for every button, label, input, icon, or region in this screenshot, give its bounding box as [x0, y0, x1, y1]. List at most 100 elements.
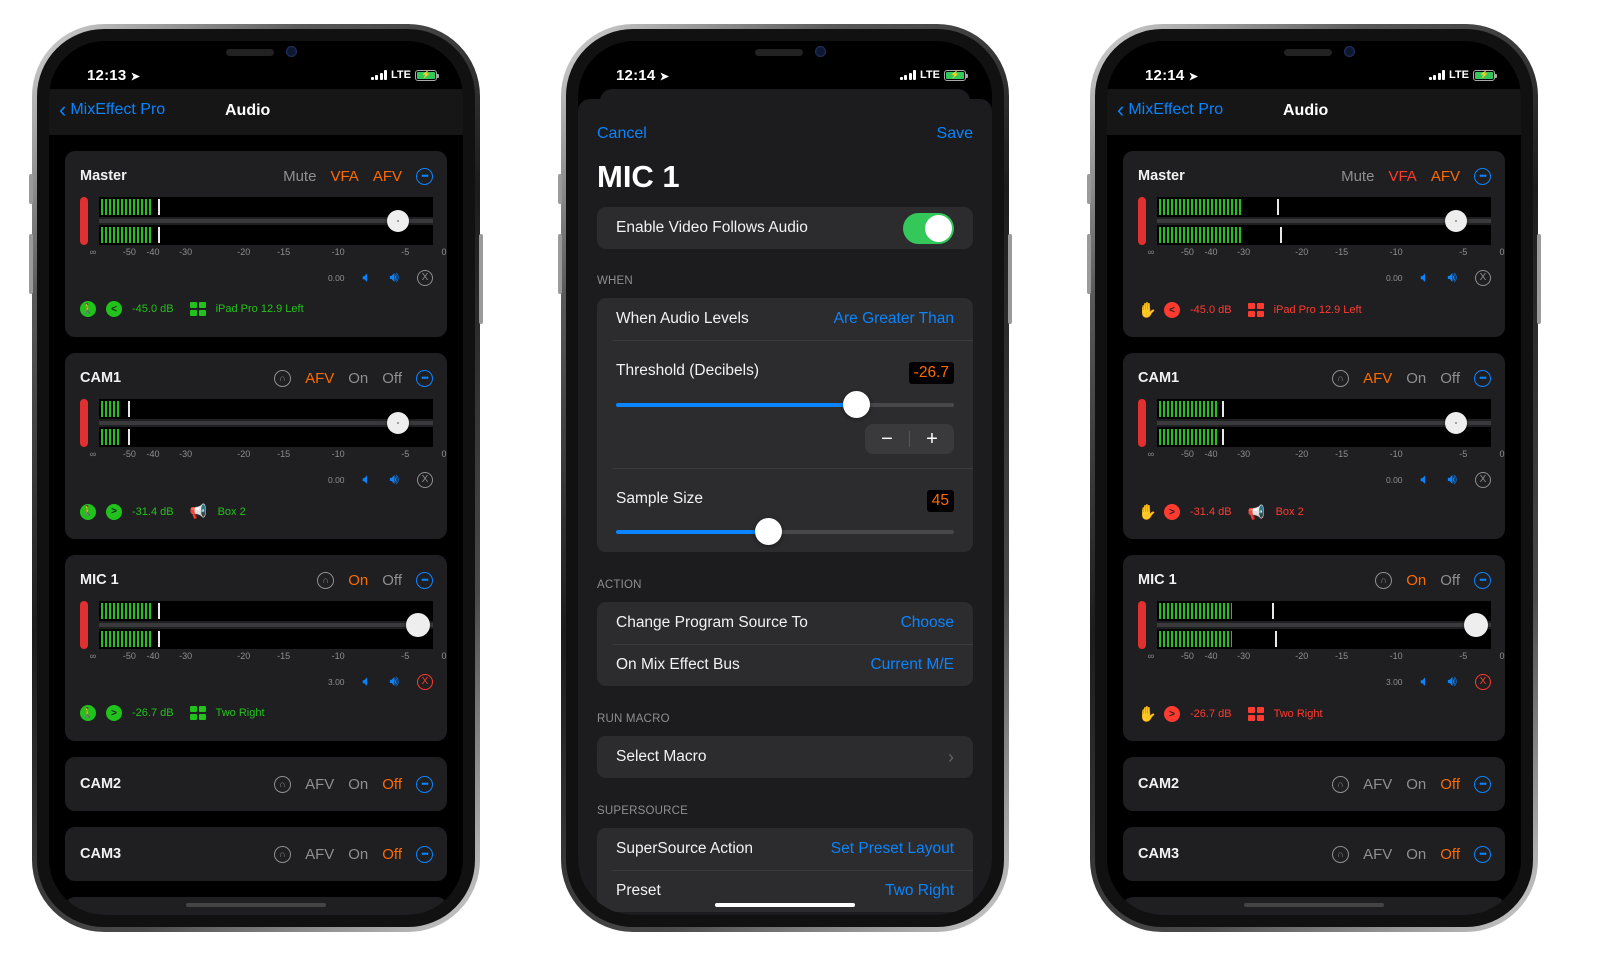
fader-track[interactable] — [1157, 219, 1491, 223]
fader-track[interactable] — [99, 623, 433, 627]
fader-track[interactable] — [1157, 421, 1491, 425]
volume-up-icon[interactable]: 🔊︎ — [390, 269, 399, 286]
toggle-off[interactable]: Off — [382, 776, 402, 793]
headphones-icon[interactable]: ∩ — [1375, 571, 1393, 589]
more-options-icon[interactable]: ••• — [1474, 571, 1491, 589]
more-options-icon[interactable]: ••• — [416, 845, 433, 863]
toggle-vfa[interactable]: VFA — [330, 168, 358, 185]
volume-up-icon[interactable]: 🔊︎ — [390, 471, 399, 488]
volume-up-icon[interactable]: 🔊︎ — [1448, 673, 1457, 690]
headphones-icon[interactable]: ∩ — [317, 571, 335, 589]
more-options-icon[interactable]: ••• — [416, 167, 433, 185]
toggle-off[interactable]: Off — [1440, 370, 1460, 387]
headphones-icon[interactable]: ∩ — [1332, 775, 1350, 793]
home-indicator[interactable] — [186, 903, 326, 907]
mix-effect-bus-value[interactable]: Current M/E — [870, 656, 954, 674]
toggle-mute[interactable]: Mute — [283, 168, 316, 185]
fader-track[interactable] — [99, 421, 433, 425]
volume-up-icon[interactable]: 🔊︎ — [390, 673, 399, 690]
fader-track[interactable] — [99, 219, 433, 223]
headphones-icon[interactable]: ∩ — [1332, 845, 1350, 863]
toggle-afv[interactable]: AFV — [305, 370, 334, 387]
program-source-row[interactable]: Change Program Source To Choose — [597, 602, 973, 644]
toggle-afv[interactable]: AFV — [1431, 168, 1460, 185]
sample-size-slider-knob[interactable] — [755, 518, 783, 545]
channel-card-collapsed[interactable]: CAM2 ∩ AFV On Off ••• — [65, 757, 447, 811]
toggle-on[interactable]: On — [1406, 370, 1426, 387]
audio-levels-value[interactable]: Are Greater Than — [834, 310, 954, 328]
mix-effect-bus-row[interactable]: On Mix Effect Bus Current M/E — [597, 644, 973, 686]
toggle-on[interactable]: On — [1406, 776, 1426, 793]
volume-down-icon[interactable]: 🔈︎ — [363, 471, 372, 488]
sample-size-slider[interactable] — [616, 518, 954, 545]
more-options-icon[interactable]: ••• — [1474, 369, 1491, 387]
toggle-afv[interactable]: AFV — [373, 168, 402, 185]
headphones-icon[interactable]: ∩ — [274, 369, 292, 387]
channel-card-collapsed[interactable]: CAM2 ∩ AFV On Off ••• — [1123, 757, 1505, 811]
toggle-off[interactable]: Off — [382, 846, 402, 863]
supersource-action-value[interactable]: Set Preset Layout — [831, 840, 954, 858]
more-options-icon[interactable]: ••• — [416, 775, 433, 793]
reset-x-icon[interactable]: X — [417, 471, 433, 488]
stepper-minus-button[interactable]: − — [865, 428, 909, 451]
fader-knob[interactable] — [405, 613, 430, 637]
stepper-plus-button[interactable]: + — [910, 428, 954, 451]
toggle-off[interactable]: Off — [382, 572, 402, 589]
toggle-on[interactable]: On — [1406, 846, 1426, 863]
toggle-mute[interactable]: Mute — [1341, 168, 1374, 185]
volume-up-icon[interactable]: 🔊︎ — [1448, 471, 1457, 488]
home-indicator[interactable] — [1244, 903, 1384, 907]
save-button[interactable]: Save — [937, 125, 973, 143]
supersource-action-row[interactable]: SuperSource Action Set Preset Layout — [597, 828, 973, 870]
reset-x-icon[interactable]: X — [1475, 269, 1491, 286]
headphones-icon[interactable]: ∩ — [1332, 369, 1350, 387]
threshold-slider-knob[interactable] — [842, 391, 870, 418]
toggle-on[interactable]: On — [348, 846, 368, 863]
more-options-icon[interactable]: ••• — [1474, 167, 1491, 185]
program-source-value[interactable]: Choose — [901, 614, 954, 632]
toggle-on[interactable]: On — [348, 572, 368, 589]
toggle-off[interactable]: Off — [382, 370, 402, 387]
toggle-afv[interactable]: AFV — [305, 846, 334, 863]
fader-knob[interactable] — [1463, 613, 1488, 637]
toggle-afv[interactable]: AFV — [305, 776, 334, 793]
back-button[interactable]: ‹ MixEffect Pro — [1117, 99, 1223, 121]
channel-card-collapsed[interactable]: CAM3 ∩ AFV On Off ••• — [65, 827, 447, 881]
headphones-icon[interactable]: ∩ — [274, 845, 292, 863]
more-options-icon[interactable]: ••• — [1474, 775, 1491, 793]
reset-x-icon[interactable]: X — [417, 269, 433, 286]
toggle-afv[interactable]: AFV — [1363, 846, 1392, 863]
toggle-off[interactable]: Off — [1440, 776, 1460, 793]
more-options-icon[interactable]: ••• — [416, 369, 433, 387]
threshold-slider[interactable] — [616, 391, 954, 418]
more-options-icon[interactable]: ••• — [416, 571, 433, 589]
home-indicator[interactable] — [715, 903, 855, 907]
threshold-stepper[interactable]: − + — [865, 424, 954, 454]
back-button[interactable]: ‹ MixEffect Pro — [59, 99, 165, 121]
more-options-icon[interactable]: ••• — [1474, 845, 1491, 863]
preset-value[interactable]: Two Right — [885, 882, 954, 900]
reset-x-icon[interactable]: X — [1475, 673, 1491, 690]
reset-x-icon[interactable]: X — [1475, 471, 1491, 488]
toggle-off[interactable]: Off — [1440, 572, 1460, 589]
toggle-off[interactable]: Off — [1440, 846, 1460, 863]
channel-card-collapsed[interactable]: CAM3 ∩ AFV On Off ••• — [1123, 827, 1505, 881]
audio-levels-row[interactable]: When Audio Levels Are Greater Than — [597, 298, 973, 340]
toggle-vfa[interactable]: VFA — [1388, 168, 1416, 185]
toggle-afv[interactable]: AFV — [1363, 370, 1392, 387]
select-macro-row[interactable]: Select Macro › — [597, 736, 973, 778]
cancel-button[interactable]: Cancel — [597, 125, 647, 143]
headphones-icon[interactable]: ∩ — [274, 775, 292, 793]
toggle-on[interactable]: On — [1406, 572, 1426, 589]
volume-down-icon[interactable]: 🔈︎ — [1421, 471, 1430, 488]
fader-track[interactable] — [1157, 623, 1491, 627]
reset-x-icon[interactable]: X — [417, 673, 433, 690]
toggle-afv[interactable]: AFV — [1363, 776, 1392, 793]
volume-down-icon[interactable]: 🔈︎ — [1421, 269, 1430, 286]
volume-down-icon[interactable]: 🔈︎ — [1421, 673, 1430, 690]
volume-down-icon[interactable]: 🔈︎ — [363, 673, 372, 690]
toggle-on[interactable]: On — [348, 370, 368, 387]
volume-up-icon[interactable]: 🔊︎ — [1448, 269, 1457, 286]
enable-vfa-switch[interactable] — [903, 212, 954, 244]
toggle-on[interactable]: On — [348, 776, 368, 793]
